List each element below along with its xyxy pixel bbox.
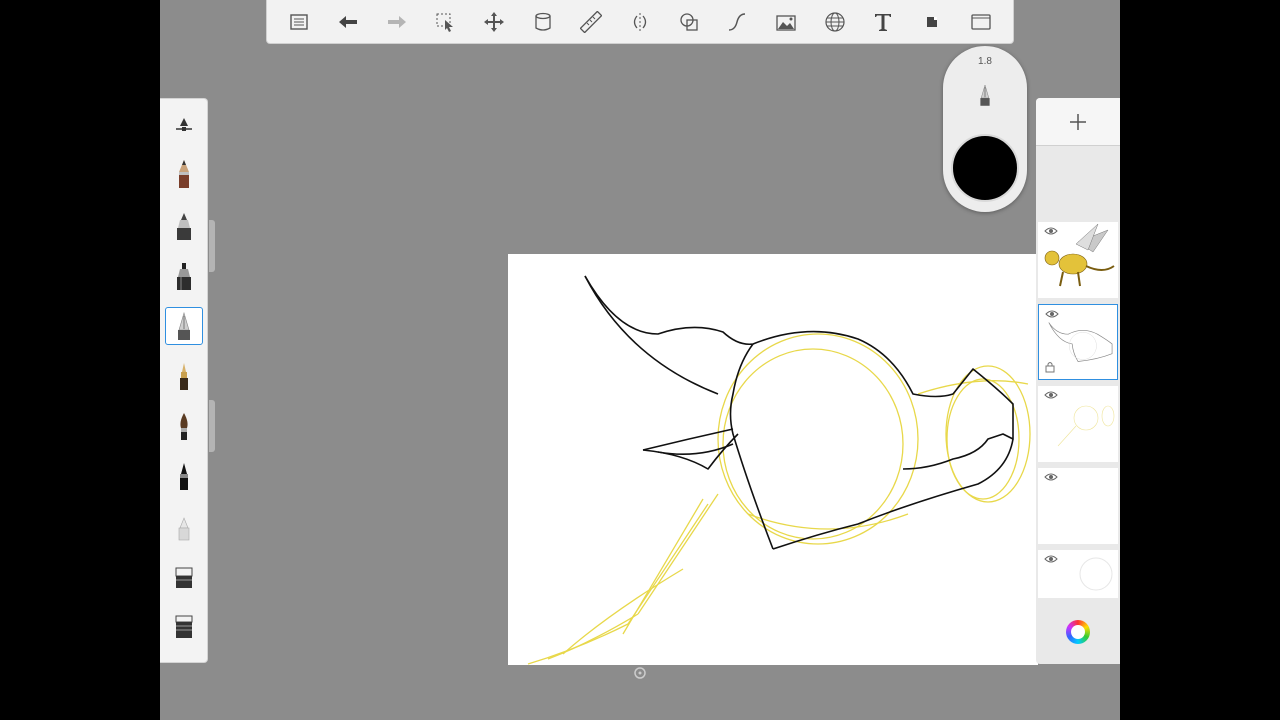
redo-icon [387, 15, 406, 28]
ink-pen-icon [180, 463, 188, 490]
sketch-strokes [527, 333, 1031, 665]
gallery-button[interactable] [283, 6, 315, 38]
palette-drag-handle-top[interactable] [209, 220, 215, 272]
brush-paintbrush[interactable] [165, 407, 203, 445]
canvas-pivot-icon[interactable] [633, 666, 647, 680]
plus-icon [1070, 113, 1086, 130]
layer-editor-button[interactable] [916, 6, 948, 38]
marker-icon [177, 263, 191, 290]
visibility-eye-icon[interactable] [1044, 226, 1058, 236]
curve-icon [729, 12, 746, 31]
visibility-eye-icon[interactable] [1044, 472, 1058, 482]
brush-ballpoint[interactable] [165, 207, 203, 245]
airbrush-icon [980, 84, 990, 106]
undo-icon [338, 15, 357, 28]
fullscreen-button[interactable] [965, 6, 997, 38]
top-toolbar [266, 0, 1014, 44]
lock-icon[interactable] [1045, 361, 1055, 373]
fill-button[interactable] [527, 6, 559, 38]
color-puck[interactable] [951, 134, 1019, 202]
layer-editor-icon [926, 16, 937, 27]
undo-button[interactable] [332, 6, 364, 38]
symmetry-icon [633, 12, 647, 31]
canvas-artwork [527, 275, 1031, 665]
hard-eraser-icon [175, 615, 193, 638]
add-layer-button[interactable] [1036, 98, 1120, 146]
ruler-button[interactable] [575, 6, 607, 38]
transform-icon [483, 11, 504, 32]
drawing-canvas[interactable] [508, 254, 1038, 665]
lineart-strokes [584, 275, 1014, 550]
brush-palette [160, 98, 208, 663]
brush-marker[interactable] [165, 257, 203, 295]
transform-button[interactable] [478, 6, 510, 38]
selection-icon [436, 13, 454, 32]
gallery-icon [290, 13, 309, 30]
sketchbook-app: 1.8 [160, 0, 1120, 720]
visibility-eye-icon[interactable] [1044, 390, 1058, 400]
layer-thumbnail-empty[interactable] [1038, 468, 1118, 544]
layer-thumbnail-sketch[interactable] [1038, 386, 1118, 462]
shape-button[interactable] [673, 6, 705, 38]
brush-puck[interactable]: 1.8 [943, 46, 1027, 212]
perspective-button[interactable] [819, 6, 851, 38]
fullscreen-icon [970, 13, 991, 30]
redo-button[interactable] [381, 6, 413, 38]
fill-icon [534, 12, 551, 31]
pencil-icon [179, 160, 189, 188]
airbrush-icon [178, 311, 190, 340]
perspective-icon [824, 11, 845, 32]
visibility-eye-icon[interactable] [1044, 554, 1058, 564]
brush-fineliner[interactable] [165, 357, 203, 395]
brush-airbrush[interactable] [165, 307, 203, 345]
brush-hard-eraser[interactable] [165, 609, 203, 647]
symmetry-button[interactable] [624, 6, 656, 38]
layer-thumbnail-lineart[interactable] [1038, 304, 1118, 380]
paintbrush-icon [180, 413, 188, 440]
brush-settings-button[interactable] [165, 105, 203, 143]
ruler-icon [580, 10, 603, 33]
smudge-icon [178, 517, 190, 541]
import-image-button[interactable] [770, 6, 802, 38]
text-button[interactable] [867, 6, 899, 38]
palette-drag-handle-bottom[interactable] [209, 400, 215, 452]
color-wheel-icon[interactable] [1066, 620, 1090, 644]
brush-pencil[interactable] [165, 155, 203, 193]
brush-smudge[interactable] [165, 509, 203, 547]
brush-size-value: 1.8 [978, 56, 992, 67]
brush-eraser[interactable] [165, 559, 203, 597]
layer-thumbnail-background[interactable] [1038, 550, 1118, 598]
ballpoint-icon [177, 213, 191, 240]
curve-button[interactable] [721, 6, 753, 38]
image-icon [776, 14, 796, 31]
brush-settings-icon [176, 118, 192, 131]
visibility-eye-icon[interactable] [1045, 309, 1059, 319]
fineliner-icon [180, 363, 188, 390]
eraser-icon [175, 567, 193, 588]
layer-thumbnail-reference[interactable] [1038, 222, 1118, 298]
layer-panel [1036, 98, 1120, 664]
selection-button[interactable] [429, 6, 461, 38]
brush-ink-pen[interactable] [165, 457, 203, 495]
text-icon [875, 13, 892, 31]
shape-icon [679, 12, 698, 31]
